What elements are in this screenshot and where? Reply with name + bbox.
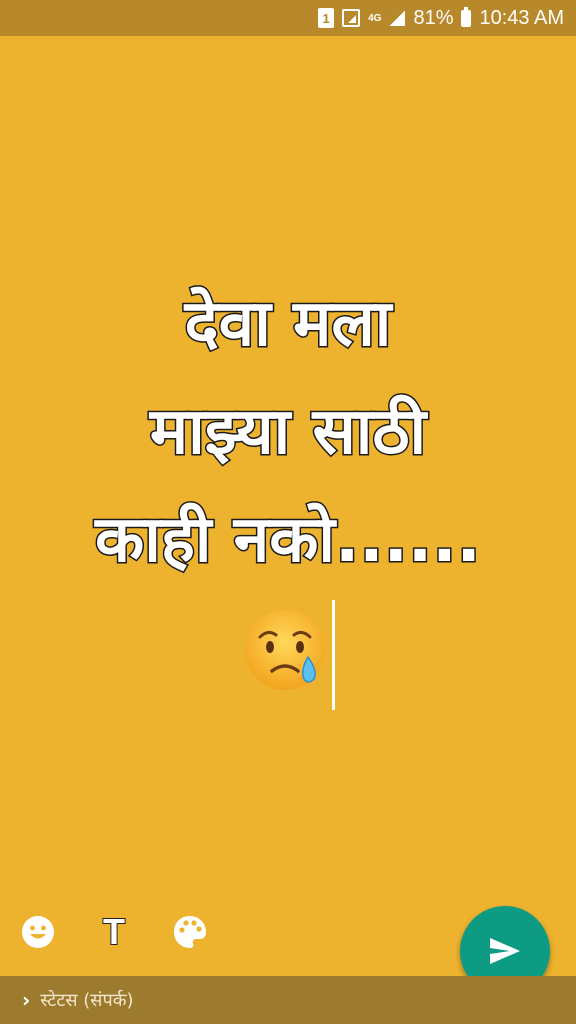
text-style-button[interactable]: T — [94, 910, 134, 953]
audience-bar[interactable]: › स्टेटस (संपर्क) — [0, 976, 576, 1024]
clock: 10:43 AM — [479, 6, 564, 29]
battery-icon — [461, 6, 472, 27]
status-text-line: देवा मला — [183, 286, 393, 363]
smiley-icon — [22, 916, 54, 948]
emoji-line — [0, 590, 576, 710]
signal-icon — [342, 9, 361, 27]
battery-percent: 81% — [413, 6, 454, 29]
send-icon — [490, 938, 520, 964]
status-text-input[interactable]: देवा मला माझ्या साठी काही नको...... — [0, 270, 576, 594]
network-type-icon: 4G — [368, 12, 382, 24]
palette-icon — [174, 916, 206, 948]
status-text-line: काही नको...... — [94, 502, 483, 579]
emoji-button[interactable] — [18, 912, 58, 952]
text-cursor — [331, 600, 335, 710]
status-composer-screen: 1 4G 81% 10:43 AM देवा मला माझ्या साठी क… — [0, 0, 576, 1024]
status-text-line: माझ्या साठी — [148, 394, 427, 471]
color-palette-button[interactable] — [170, 912, 210, 952]
crying-face-emoji — [244, 610, 325, 690]
chevron-right-icon: › — [22, 988, 31, 1012]
audience-label: स्टेटस (संपर्क) — [40, 990, 134, 1011]
sim-slot-icon: 1 — [318, 8, 335, 28]
cell-signal-icon — [389, 10, 406, 26]
system-status-bar: 1 4G 81% 10:43 AM — [0, 0, 576, 36]
